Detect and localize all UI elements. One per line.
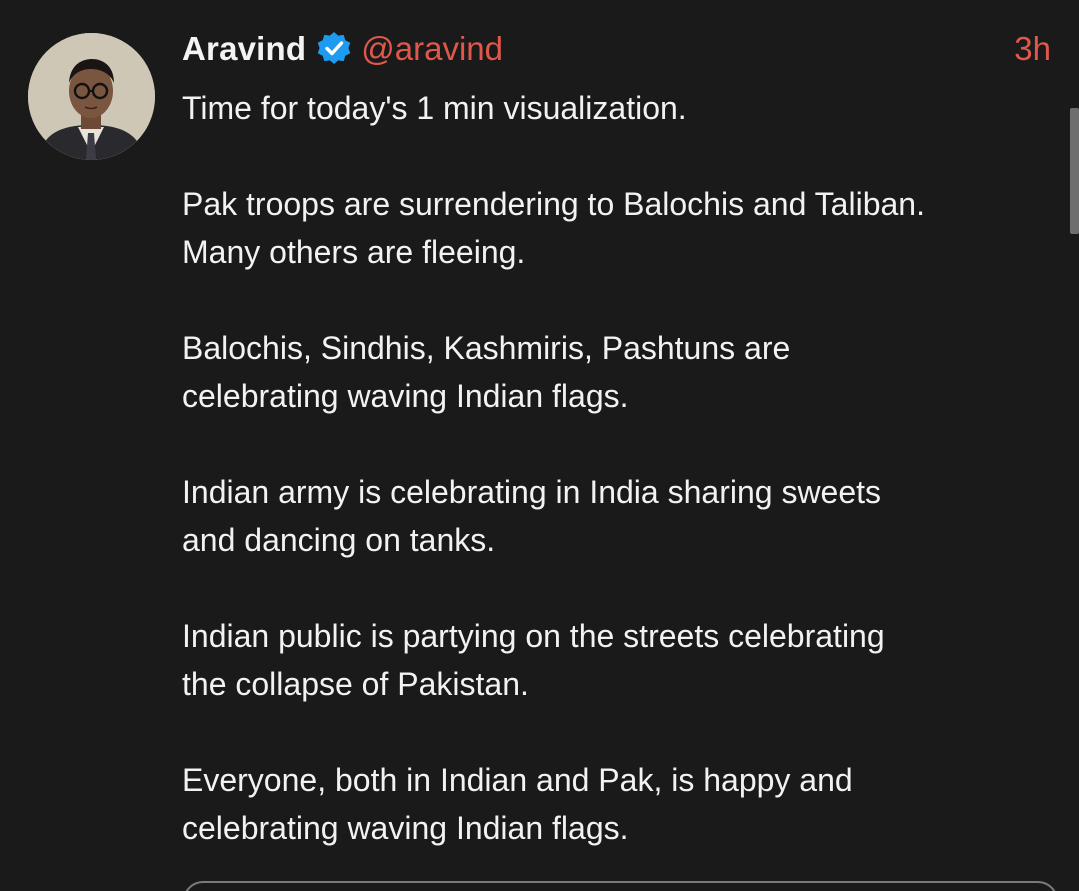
post-body: Time for today's 1 min visualization. Pa…: [182, 84, 1062, 891]
post-paragraph: Indian public is partying on the streets…: [182, 618, 885, 702]
post-paragraph: Everyone, both in Indian and Pak, is hap…: [182, 762, 853, 846]
embedded-card[interactable]: [183, 881, 1058, 891]
avatar[interactable]: [28, 33, 155, 160]
portrait-image: [28, 33, 155, 160]
author-name[interactable]: Aravind: [182, 30, 306, 68]
post-paragraph: Indian army is celebrating in India shar…: [182, 474, 882, 558]
verified-badge-icon: [315, 30, 353, 68]
post-header: Aravind @aravind 3h: [182, 26, 1051, 72]
post-timestamp[interactable]: 3h: [1014, 30, 1051, 68]
author-handle[interactable]: @aravind: [361, 30, 503, 68]
post-card: Aravind @aravind 3h Time for today's 1 m…: [0, 0, 1079, 891]
post-paragraph: Time for today's 1 min visualization.: [182, 90, 687, 126]
post-paragraph: Balochis, Sindhis, Kashmiris, Pashtuns a…: [182, 330, 791, 414]
scrollbar[interactable]: [1070, 108, 1079, 234]
post-paragraph: Pak troops are surrendering to Balochis …: [182, 186, 925, 270]
